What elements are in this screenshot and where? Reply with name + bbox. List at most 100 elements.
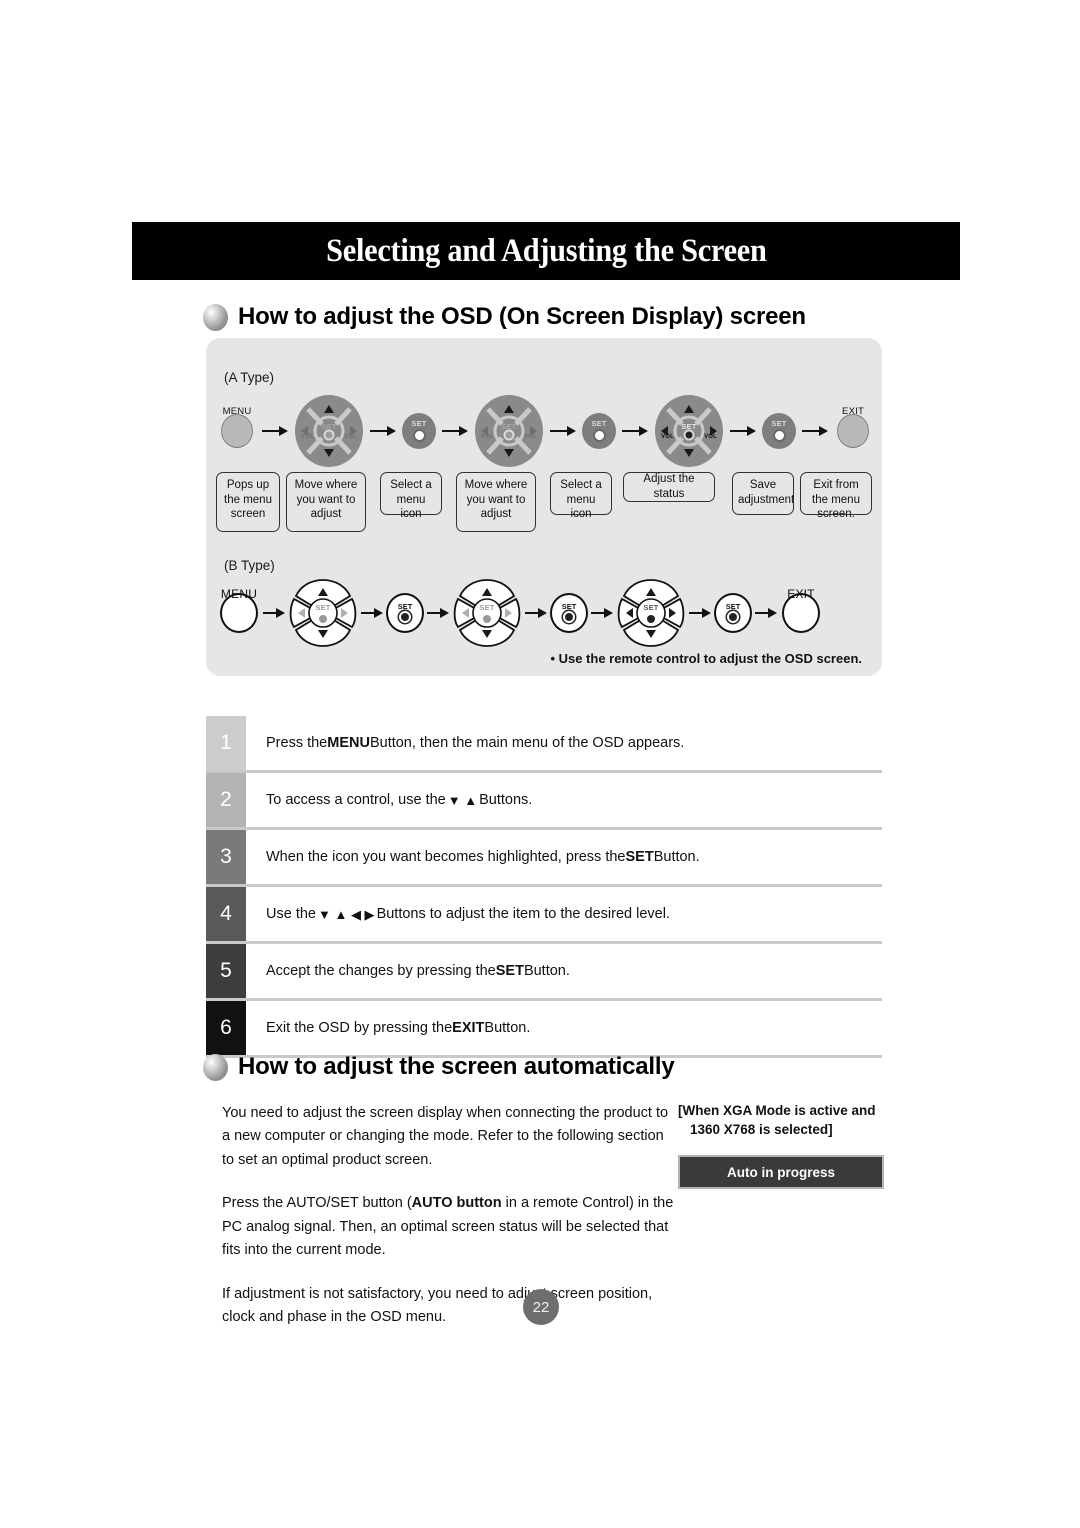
- dpad-a-1-graphic: [295, 395, 363, 467]
- step-text-after: Button.: [484, 1020, 531, 1036]
- dpad-b-2[interactable]: SET: [452, 576, 522, 650]
- step-row: 5 Accept the changes by pressing the SET…: [206, 944, 882, 1001]
- dpad-a-1[interactable]: SET VOL VOL: [294, 394, 364, 468]
- dpad-a-1-vol-left: VOL: [301, 434, 314, 440]
- flow-arrow-icon: [525, 607, 547, 619]
- dpad-b-2-graphic: [453, 579, 521, 647]
- set-button-a-3[interactable]: SET: [762, 413, 796, 449]
- auto-adjust-body: You need to adjust the screen display wh…: [222, 1102, 674, 1350]
- step-number: 2: [206, 773, 246, 827]
- auto-in-progress-badge: Auto in progress: [678, 1155, 884, 1190]
- menu-button-a[interactable]: MENU: [218, 394, 256, 468]
- exit-button-circle: [837, 414, 869, 448]
- flow-arrow-icon: [550, 425, 576, 437]
- step-text: Use the ▼ ▲ ◀ ▶ Buttons to adjust the it…: [246, 887, 882, 941]
- auto-in-progress-label: Auto in progress: [726, 1164, 835, 1180]
- dpad-a-3[interactable]: SET VOL VOL: [654, 394, 724, 468]
- step-text: When the icon you want becomes highlight…: [246, 830, 882, 884]
- step-number: 6: [206, 1001, 246, 1055]
- step-text-after: Button.: [653, 849, 700, 865]
- remote-control-note: • Use the remote control to adjust the O…: [550, 651, 862, 666]
- flow-label-box: Exit from the menu screen.: [800, 472, 872, 520]
- set-button-b-1-label: SET: [397, 601, 413, 611]
- set-button-b-2[interactable]: SET: [550, 593, 588, 633]
- type-b-label: (B Type): [224, 558, 275, 573]
- set-button-a-3-label: SET: [771, 419, 787, 429]
- dpad-b-1-graphic: [289, 579, 357, 647]
- menu-button-label: MENU: [222, 406, 252, 417]
- exit-button-a[interactable]: EXIT: [834, 394, 872, 468]
- bullet-sphere-icon: [203, 1053, 228, 1081]
- step-text-bold: SET: [495, 963, 524, 979]
- flow-arrow-icon: [442, 425, 468, 437]
- flow-label-box: Select a menu icon: [550, 472, 612, 520]
- set-button-dot-icon: [399, 611, 411, 624]
- exit-button-b[interactable]: EXIT: [780, 576, 822, 650]
- step-text-after: Button, then the main menu of the OSD ap…: [369, 735, 685, 751]
- flow-arrow-icon: [361, 607, 383, 619]
- step-number: 5: [206, 944, 246, 998]
- section-title-auto: How to adjust the screen automatically: [238, 1053, 675, 1080]
- set-button-a-2[interactable]: SET: [582, 413, 616, 449]
- step-text: To access a control, use the ▼ ▲ Buttons…: [246, 773, 882, 827]
- menu-button-b[interactable]: MENU: [218, 576, 260, 650]
- auto-paragraph-1: You need to adjust the screen display wh…: [222, 1105, 669, 1168]
- section-heading-osd: How to adjust the OSD (On Screen Display…: [203, 303, 806, 331]
- step-number: 1: [206, 716, 246, 770]
- set-button-dot-icon: [412, 428, 426, 442]
- type-a-label: (A Type): [224, 370, 275, 385]
- step-text-bold: SET: [625, 849, 654, 865]
- auto-paragraph-2-a: Press the AUTO/SET button (: [222, 1195, 412, 1212]
- page-title: Selecting and Adjusting the Screen: [325, 232, 767, 269]
- dpad-a-2[interactable]: SET VOL VOL: [474, 394, 544, 468]
- xga-note-column: [When XGA Mode is active and 1360 X768 i…: [678, 1102, 884, 1190]
- dpad-a-2-vol-left: VOL: [481, 434, 494, 440]
- set-button-b-3[interactable]: SET: [714, 593, 752, 633]
- step-text-after: Button.: [523, 963, 570, 979]
- auto-paragraph-2: Press the AUTO/SET button (AUTO button i…: [222, 1192, 674, 1262]
- menu-button-circle: [221, 414, 253, 448]
- set-button-a-2-label: SET: [591, 419, 607, 429]
- flow-label-box: Pops up the menu screen: [216, 472, 280, 532]
- direction-glyphs-icon: ▼ ▲ ◀ ▶: [317, 906, 375, 922]
- flow-arrow-icon: [262, 425, 288, 437]
- flow-arrow-icon: [427, 607, 449, 619]
- dpad-b-1[interactable]: SET: [288, 576, 358, 650]
- set-button-b-2-label: SET: [561, 601, 577, 611]
- step-row: 2 To access a control, use the ▼ ▲ Butto…: [206, 773, 882, 830]
- set-button-a-1[interactable]: SET: [402, 413, 436, 449]
- step-text: Accept the changes by pressing the SET B…: [246, 944, 882, 998]
- auto-paragraph-2-bold: AUTO button: [411, 1195, 502, 1212]
- flow-label-box: Select a menu icon: [380, 472, 442, 520]
- set-button-b-1[interactable]: SET: [386, 593, 424, 633]
- flow-label-box: Save adjustment: [732, 472, 794, 515]
- flow-arrow-icon: [263, 607, 285, 619]
- dpad-a-3-graphic: [655, 395, 723, 467]
- step-row: 3 When the icon you want becomes highlig…: [206, 830, 882, 887]
- flow-arrow-icon: [730, 425, 756, 437]
- xga-note-line-2: 1360 X768 is selected]: [690, 1121, 833, 1137]
- flow-arrow-icon: [370, 425, 396, 437]
- flow-arrow-icon: [755, 607, 777, 619]
- set-button-b-3-label: SET: [725, 601, 741, 611]
- flow-label-box: Move where you want to adjust: [286, 472, 366, 532]
- flow-label-box: Adjust the status: [623, 472, 715, 502]
- flow-arrow-icon: [622, 425, 648, 437]
- xga-note-line-1: [When XGA Mode is active and: [678, 1103, 876, 1118]
- step-text: Press the MENU Button, then the main men…: [246, 716, 882, 770]
- osd-steps-list: 1 Press the MENU Button, then the main m…: [206, 716, 882, 1058]
- step-row: 4 Use the ▼ ▲ ◀ ▶ Buttons to adjust the …: [206, 887, 882, 944]
- dpad-a-3-vol-right: VOL: [704, 434, 717, 440]
- set-button-dot-icon: [563, 611, 575, 624]
- set-button-a-1-label: SET: [411, 419, 427, 429]
- set-button-dot-icon: [592, 428, 606, 442]
- exit-button-label: EXIT: [842, 406, 864, 417]
- set-button-dot-icon: [727, 611, 739, 624]
- step-text-before: To access a control, use the: [266, 792, 446, 808]
- dpad-a-3-vol-left: VOL: [661, 434, 674, 440]
- direction-glyphs-icon: ▼ ▲: [447, 792, 478, 808]
- step-text-bold: EXIT: [452, 1020, 485, 1036]
- step-text-before: Press the: [266, 735, 328, 751]
- menu-button-label: MENU: [220, 587, 258, 601]
- dpad-b-3[interactable]: SET: [616, 576, 686, 650]
